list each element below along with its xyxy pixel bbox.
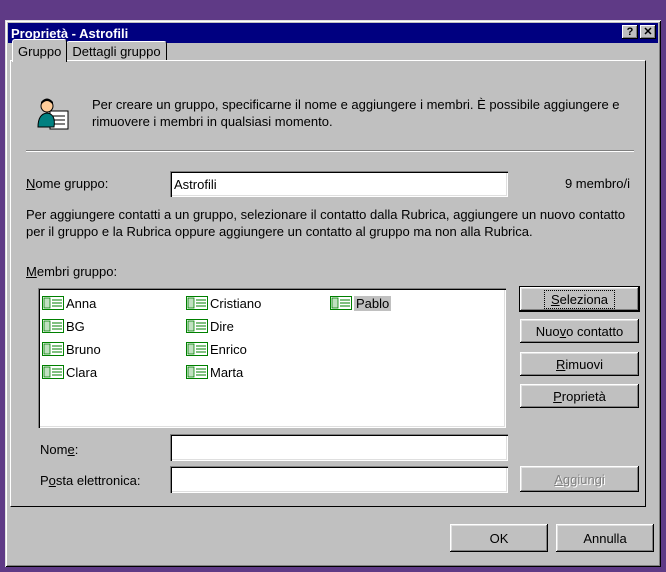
- tab-dettagli-gruppo[interactable]: Dettagli gruppo: [66, 41, 167, 61]
- rimuovi-button[interactable]: Rimuovi: [520, 352, 639, 376]
- contact-card-icon: [42, 296, 64, 310]
- member-item[interactable]: Clara: [42, 363, 97, 381]
- contact-card-icon: [42, 319, 64, 333]
- group-name-input[interactable]: [170, 171, 508, 197]
- member-name: Anna: [66, 295, 97, 311]
- group-people-icon: [36, 97, 70, 131]
- member-name: BG: [66, 318, 85, 334]
- members-label: Membri gruppo:: [26, 264, 118, 279]
- member-item[interactable]: Bruno: [42, 340, 101, 358]
- email-label: Posta elettronica:: [40, 473, 141, 488]
- instructions-text: Per aggiungere contatti a un gruppo, sel…: [26, 207, 626, 239]
- contact-card-icon: [186, 342, 208, 356]
- member-name: Pablo: [354, 295, 392, 311]
- tab-strip: Gruppo Dettagli gruppo: [12, 39, 167, 62]
- contact-card-icon: [186, 365, 208, 379]
- aggiungi-button[interactable]: Aggiungi: [520, 466, 639, 492]
- help-button[interactable]: ?: [622, 25, 638, 39]
- ok-button[interactable]: OK: [450, 524, 548, 552]
- member-item[interactable]: BG: [42, 317, 85, 335]
- member-item[interactable]: Anna: [42, 294, 96, 312]
- member-count: 9 membro/i: [564, 176, 630, 191]
- group-name-label: Nome gruppo:: [26, 176, 109, 191]
- member-name: Enrico: [210, 341, 247, 357]
- member-name: Dire: [210, 318, 234, 334]
- nome-input[interactable]: [170, 434, 508, 461]
- contact-card-icon: [330, 296, 352, 310]
- contact-card-icon: [42, 365, 64, 379]
- member-item[interactable]: Marta: [186, 363, 243, 381]
- annulla-button[interactable]: Annulla: [556, 524, 654, 552]
- tab-gruppo[interactable]: Gruppo: [12, 39, 68, 62]
- member-name: Marta: [210, 364, 244, 380]
- member-item[interactable]: Pablo: [330, 294, 392, 312]
- member-name: Bruno: [66, 341, 101, 357]
- contact-card-icon: [186, 296, 208, 310]
- member-name: Cristiano: [210, 295, 262, 311]
- proprieta-button[interactable]: Proprietà: [520, 384, 639, 408]
- nuovo-contatto-button[interactable]: Nuo v o contatto: [520, 319, 639, 343]
- member-item[interactable]: Dire: [186, 317, 234, 335]
- members-list[interactable]: Anna BG Bruno Clara Cristiano Dire Enrico Marta…: [38, 288, 506, 428]
- member-name: Clara: [66, 364, 98, 380]
- nome-label: Nome:: [40, 442, 79, 457]
- member-item[interactable]: Enrico: [186, 340, 247, 358]
- contact-card-icon: [42, 342, 64, 356]
- member-item[interactable]: Cristiano: [186, 294, 261, 312]
- email-input[interactable]: [170, 466, 508, 493]
- close-button[interactable]: ✕: [640, 25, 656, 39]
- separator: [26, 150, 634, 152]
- intro-text: Per creare un gruppo, specificarne il no…: [92, 97, 620, 129]
- seleziona-button[interactable]: Seleziona: [520, 287, 639, 311]
- contact-card-icon: [186, 319, 208, 333]
